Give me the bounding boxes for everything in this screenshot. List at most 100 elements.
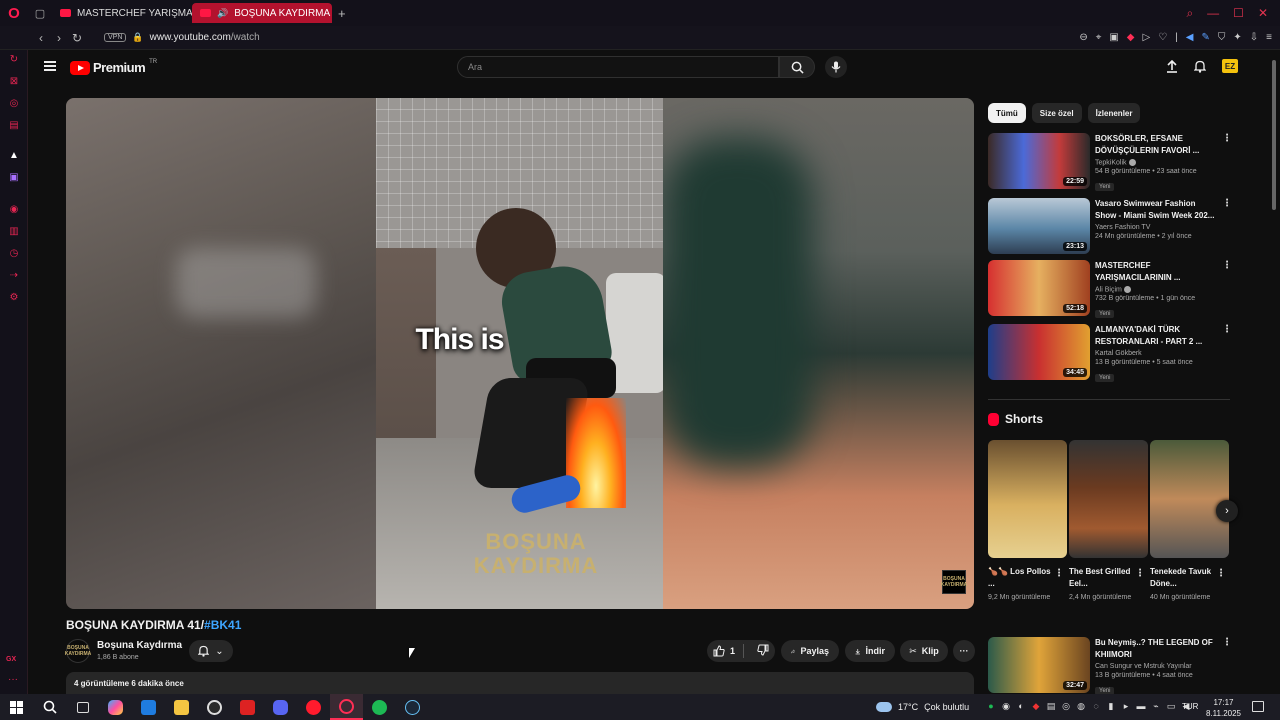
short-thumbnail[interactable] (1069, 440, 1148, 558)
tray-antivirus-icon[interactable]: ◆ (1031, 701, 1041, 712)
minimize-icon[interactable]: — (1207, 6, 1219, 21)
more-vert-icon[interactable]: ⋮ (1222, 260, 1232, 271)
sidebar-history-icon[interactable]: ↻ (8, 54, 20, 66)
tray-discord-icon[interactable]: ◐ (1016, 701, 1026, 712)
channel-name[interactable]: TepkiKolik (1095, 159, 1127, 166)
more-vert-icon[interactable]: ⋮ (1135, 568, 1145, 579)
sidebar-clock-icon[interactable]: ◷ (8, 248, 20, 260)
channel-name[interactable]: Ali Biçim (1095, 286, 1122, 293)
hamburger-menu-icon[interactable] (44, 61, 56, 71)
download-button[interactable]: İndir (845, 640, 895, 662)
vpn-badge[interactable]: VPN (104, 33, 127, 42)
adblock-icon[interactable]: ◆ (1127, 32, 1135, 43)
recommendation-title[interactable]: Bu Neymiş..? THE LEGEND OF KHIIMORI (1095, 637, 1217, 661)
video-player[interactable]: BOŞUNA KAYDIRMA This is BOŞUNA KAYDIRMA (66, 98, 974, 609)
share-button[interactable]: Paylaş (781, 640, 839, 662)
sidebar-flow-icon[interactable]: ⇢ (8, 270, 20, 282)
sidebar-aria-icon[interactable]: ▲ (8, 150, 20, 162)
download-icon[interactable]: ⇩ (1250, 32, 1258, 43)
windows-start-icon[interactable] (0, 694, 33, 720)
account-avatar[interactable]: EZ (1222, 59, 1238, 73)
sidebar-player-icon[interactable]: ◉ (8, 204, 20, 216)
upload-icon[interactable] (1166, 59, 1178, 73)
file-explorer-icon[interactable] (165, 694, 198, 720)
speaker-icon[interactable]: 🔊 (217, 8, 228, 19)
opera-taskbar-icon[interactable] (297, 694, 330, 720)
recommendation-title[interactable]: ALMANYA'DAKİ TÜRK RESTORANLARI - PART 2 … (1095, 324, 1217, 348)
recommendation-item[interactable]: 32:47 Bu Neymiş..? THE LEGEND OF KHIIMOR… (988, 637, 1233, 695)
tab-masterchef[interactable]: MASTERCHEF YARIŞMAC (52, 3, 192, 23)
system-clock[interactable]: 17:17 8.11.2025 (1206, 697, 1241, 719)
chip-watched[interactable]: İzlenenler (1087, 103, 1141, 123)
recommendation-title[interactable]: MASTERCHEF YARIŞMACILARININ ... (1095, 260, 1217, 284)
recommendation-item[interactable]: 52:18 MASTERCHEF YARIŞMACILARININ ... Al… (988, 260, 1233, 319)
gx-label-icon[interactable]: GX (6, 656, 16, 663)
pin-icon[interactable]: ⌖ (1096, 32, 1102, 43)
channel-name[interactable]: Boşuna Kaydırma (97, 640, 182, 651)
sidebar-messenger-icon[interactable]: ◎ (8, 98, 20, 110)
chip-for-you[interactable]: Size özel (1031, 103, 1082, 123)
sidebar-workspace-icon[interactable]: ▤ (8, 120, 20, 132)
channel-watermark-logo[interactable]: BOŞUNA KAYDIRMA (941, 570, 967, 594)
shorts-next-button[interactable]: › (1216, 500, 1238, 522)
video-hashtag-link[interactable]: #BK41 (204, 618, 241, 632)
tray-usb-icon[interactable]: ⌁ (1151, 701, 1161, 712)
tray-network-icon[interactable]: ▭ (1166, 701, 1176, 712)
chip-all[interactable]: Tümü (988, 103, 1026, 123)
video-thumbnail[interactable]: 32:47 (988, 637, 1090, 693)
search-button[interactable] (779, 56, 815, 78)
youtube-logo[interactable]: Premium TR (70, 59, 157, 75)
tray-app5-icon[interactable]: ▸ (1121, 701, 1131, 712)
player-icon[interactable]: ▷ (1143, 32, 1151, 43)
app-circle-icon[interactable] (198, 694, 231, 720)
tray-app-icon[interactable]: ▤ (1046, 701, 1056, 712)
back-icon[interactable]: ‹ (32, 31, 50, 45)
lock-icon[interactable]: 🔒 (132, 32, 143, 43)
more-vert-icon[interactable]: ⋮ (1222, 198, 1232, 209)
description-box[interactable]: 4 görüntüleme 6 dakika önce (66, 672, 974, 696)
sidebar-twitch-icon[interactable]: ▣ (8, 172, 20, 184)
short-thumbnail[interactable] (1150, 440, 1229, 558)
recommendation-title[interactable]: BOKSÖRLER, EFSANE DÖVÜŞÇÜLERIN FAVORİ ..… (1095, 133, 1217, 157)
spotify-icon[interactable] (363, 694, 396, 720)
sidebar-bag-icon[interactable]: ⊠ (8, 76, 20, 88)
menu-icon[interactable]: ≡ (1266, 32, 1272, 43)
recommendation-channel[interactable]: Kartal Gökberk (1095, 350, 1217, 357)
recommendation-item[interactable]: 22:59 BOKSÖRLER, EFSANE DÖVÜŞÇÜLERIN FAV… (988, 133, 1233, 192)
translate-icon[interactable]: ✎ (1201, 32, 1209, 43)
tab-islands-icon[interactable]: ▢ (28, 7, 52, 20)
recommendation-channel[interactable]: Yaers Fashion TV (1095, 224, 1217, 231)
recommendation-channel[interactable]: Can Sungur ve Mstruk Yayınlar (1095, 663, 1217, 670)
short-thumbnail[interactable] (988, 440, 1067, 558)
tray-app3-icon[interactable]: ◍ (1076, 701, 1086, 712)
app-red-icon[interactable] (231, 694, 264, 720)
scrollbar-thumb[interactable] (1272, 60, 1276, 210)
steam-icon[interactable] (396, 694, 429, 720)
video-thumbnail[interactable]: 52:18 (988, 260, 1090, 316)
forward-icon[interactable]: › (50, 31, 68, 45)
copilot-icon[interactable] (99, 694, 132, 720)
more-vert-icon[interactable]: ⋮ (1222, 637, 1232, 648)
recommendation-item[interactable]: 34:45 ALMANYA'DAKİ TÜRK RESTORANLARI - P… (988, 324, 1233, 382)
search-tabs-icon[interactable]: ⌕ (1186, 6, 1193, 21)
more-vert-icon[interactable]: ⋮ (1216, 568, 1226, 579)
page-scrollbar[interactable] (1270, 50, 1278, 694)
discord-icon[interactable] (264, 694, 297, 720)
tab-bosuna-kaydirma[interactable]: 🔊 BOŞUNA KAYDIRMA 4 (192, 3, 332, 23)
heart-icon[interactable]: ♡ (1158, 32, 1167, 43)
mail-app-icon[interactable] (132, 694, 165, 720)
tray-mic-icon[interactable]: ▮ (1106, 701, 1116, 712)
video-thumbnail[interactable]: 22:59 (988, 133, 1090, 189)
short-title[interactable]: The Best Grilled Eel... (1069, 566, 1133, 590)
notification-center-icon[interactable] (1252, 701, 1264, 712)
short-title[interactable]: 🍗🍗 Los Pollos ... (988, 566, 1052, 590)
weather-widget[interactable]: 17°C Çok bulutlu (876, 694, 969, 720)
short-item[interactable]: The Best Grilled Eel... 2,4 Mn görüntüle… (1069, 440, 1148, 603)
video-thumbnail[interactable]: 23:13 (988, 198, 1090, 254)
like-button[interactable]: 1 (705, 644, 745, 658)
opera-gx-taskbar-icon[interactable] (330, 694, 363, 720)
sidebar-more-icon[interactable]: ··· (8, 674, 18, 685)
tray-gpu-icon[interactable]: ▬ (1136, 701, 1146, 712)
more-actions-button[interactable]: ··· (953, 640, 975, 662)
clip-button[interactable]: ✂ Klip (900, 640, 948, 662)
